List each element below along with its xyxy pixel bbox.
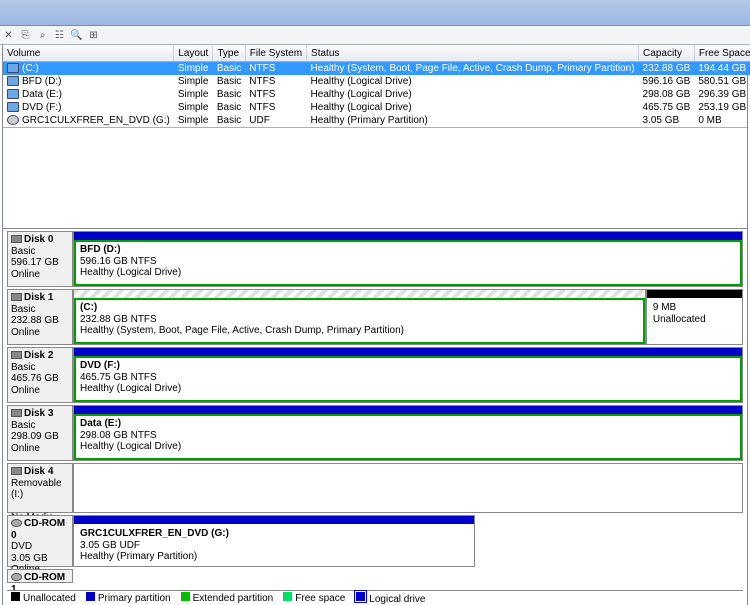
legend-item: Unallocated (11, 592, 76, 604)
disk-label[interactable]: CD-ROM 0DVD3.05 GBOnline (7, 515, 73, 567)
tool-5[interactable]: 🔍 (70, 29, 83, 42)
volume-table[interactable]: VolumeLayoutTypeFile SystemStatusCapacit… (3, 45, 750, 127)
disk-icon (11, 351, 22, 359)
disk-row: CD-ROM 1 (7, 569, 743, 583)
disk-label[interactable]: Disk 4Removable (I:)No Media (7, 463, 73, 513)
legend-item: Extended partition (181, 592, 274, 604)
disc-icon (11, 573, 22, 581)
disk-label[interactable]: CD-ROM 1 (7, 569, 73, 583)
legend-item: Primary partition (86, 592, 171, 604)
volume-row[interactable]: BFD (D:)SimpleBasicNTFSHealthy (Logical … (3, 75, 750, 88)
col-free-space[interactable]: Free Space (694, 45, 750, 62)
disk-label[interactable]: Disk 2Basic465.76 GBOnline (7, 347, 73, 403)
window-titlebar (0, 0, 750, 26)
disk-row: CD-ROM 0DVD3.05 GBOnlineGRC1CULXFRER_EN_… (7, 515, 743, 567)
partition[interactable]: (C:)232.88 GB NTFSHealthy (System, Boot,… (73, 289, 646, 345)
toolbar: ✕ ⎘ ⌕ ☷ 🔍 ⊞ (0, 26, 750, 45)
disk-row: Disk 2Basic465.76 GBOnlineDVD (F:)465.75… (7, 347, 743, 403)
tool-3[interactable]: ⌕ (36, 29, 49, 42)
drive-icon (7, 76, 19, 86)
partition[interactable]: GRC1CULXFRER_EN_DVD (G:)3.05 GB UDFHealt… (73, 515, 475, 567)
disk-label[interactable]: Disk 0Basic596.17 GBOnline (7, 231, 73, 287)
partition[interactable]: DVD (F:)465.75 GB NTFSHealthy (Logical D… (73, 347, 743, 403)
partition[interactable]: 9 MBUnallocated (646, 289, 743, 345)
volume-row[interactable]: GRC1CULXFRER_EN_DVD (G:)SimpleBasicUDFHe… (3, 114, 750, 127)
col-capacity[interactable]: Capacity (639, 45, 695, 62)
disk-row: Disk 1Basic232.88 GBOnline(C:)232.88 GB … (7, 289, 743, 345)
volume-row[interactable]: (C:)SimpleBasicNTFSHealthy (System, Boot… (3, 62, 750, 76)
drive-icon (7, 63, 19, 73)
disc-icon (11, 519, 22, 527)
col-type[interactable]: Type (213, 45, 245, 62)
disk-icon (11, 467, 22, 475)
drive-icon (7, 102, 19, 112)
volume-row[interactable]: DVD (F:)SimpleBasicNTFSHealthy (Logical … (3, 101, 750, 114)
col-volume[interactable]: Volume (3, 45, 174, 62)
legend-item: Logical drive (355, 591, 425, 605)
disk-icon (11, 293, 22, 301)
tool-4[interactable]: ☷ (53, 29, 66, 42)
tool-6[interactable]: ⊞ (87, 29, 100, 42)
disc-icon (7, 115, 19, 125)
disk-label[interactable]: Disk 1Basic232.88 GBOnline (7, 289, 73, 345)
col-layout[interactable]: Layout (174, 45, 213, 62)
volume-row[interactable]: Data (E:)SimpleBasicNTFSHealthy (Logical… (3, 88, 750, 101)
legend: Unallocated Primary partition Extended par… (7, 590, 743, 605)
drive-icon (7, 89, 19, 99)
legend-item: Free space (283, 592, 345, 604)
disk-icon (11, 235, 22, 243)
disk-graphical-view: Disk 0Basic596.17 GBOnlineBFD (D:)596.16… (3, 228, 747, 590)
disk-row: Disk 0Basic596.17 GBOnlineBFD (D:)596.16… (7, 231, 743, 287)
tool-1[interactable]: ✕ (2, 29, 15, 42)
disk-row: Disk 4Removable (I:)No Media (7, 463, 743, 513)
partition[interactable]: Data (E:)298.08 GB NTFSHealthy (Logical … (73, 405, 743, 461)
partition[interactable]: BFD (D:)596.16 GB NTFSHealthy (Logical D… (73, 231, 743, 287)
col-status[interactable]: Status (307, 45, 639, 62)
disk-row: Disk 3Basic298.09 GBOnlineData (E:)298.0… (7, 405, 743, 461)
empty-partition[interactable] (73, 463, 743, 513)
disk-label[interactable]: Disk 3Basic298.09 GBOnline (7, 405, 73, 461)
col-file-system[interactable]: File System (245, 45, 306, 62)
tool-2[interactable]: ⎘ (19, 29, 32, 42)
disk-icon (11, 409, 22, 417)
